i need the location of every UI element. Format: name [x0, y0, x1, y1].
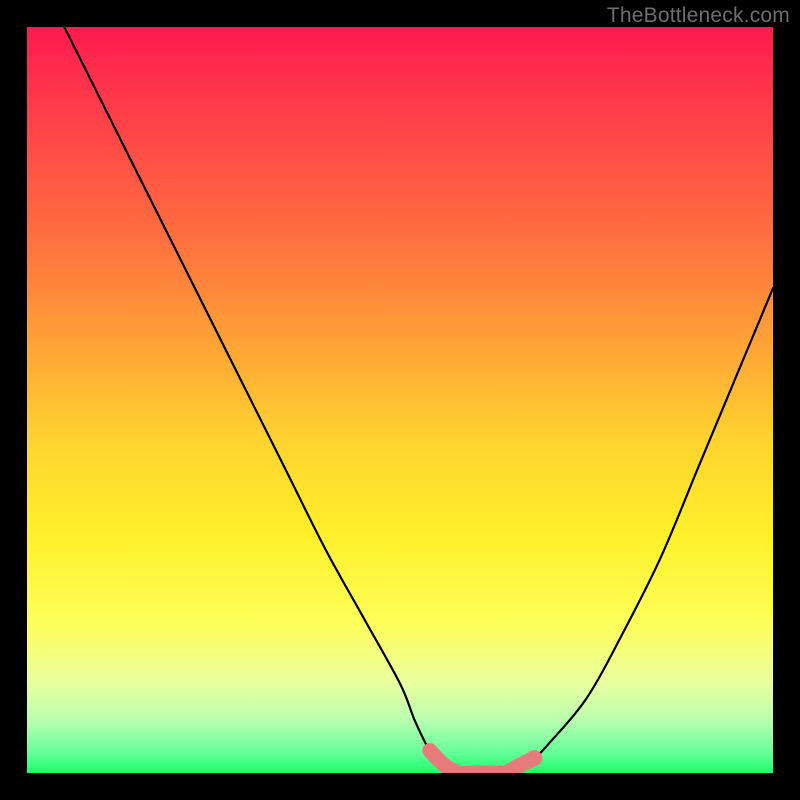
- highlight-end-dot: [526, 750, 542, 766]
- highlight-band: [430, 751, 535, 773]
- curve-layer: [27, 27, 773, 773]
- watermark-text: TheBottleneck.com: [607, 4, 790, 28]
- plot-area: [27, 27, 773, 773]
- chart-frame: TheBottleneck.com: [0, 0, 800, 800]
- bottleneck-curve: [64, 27, 773, 773]
